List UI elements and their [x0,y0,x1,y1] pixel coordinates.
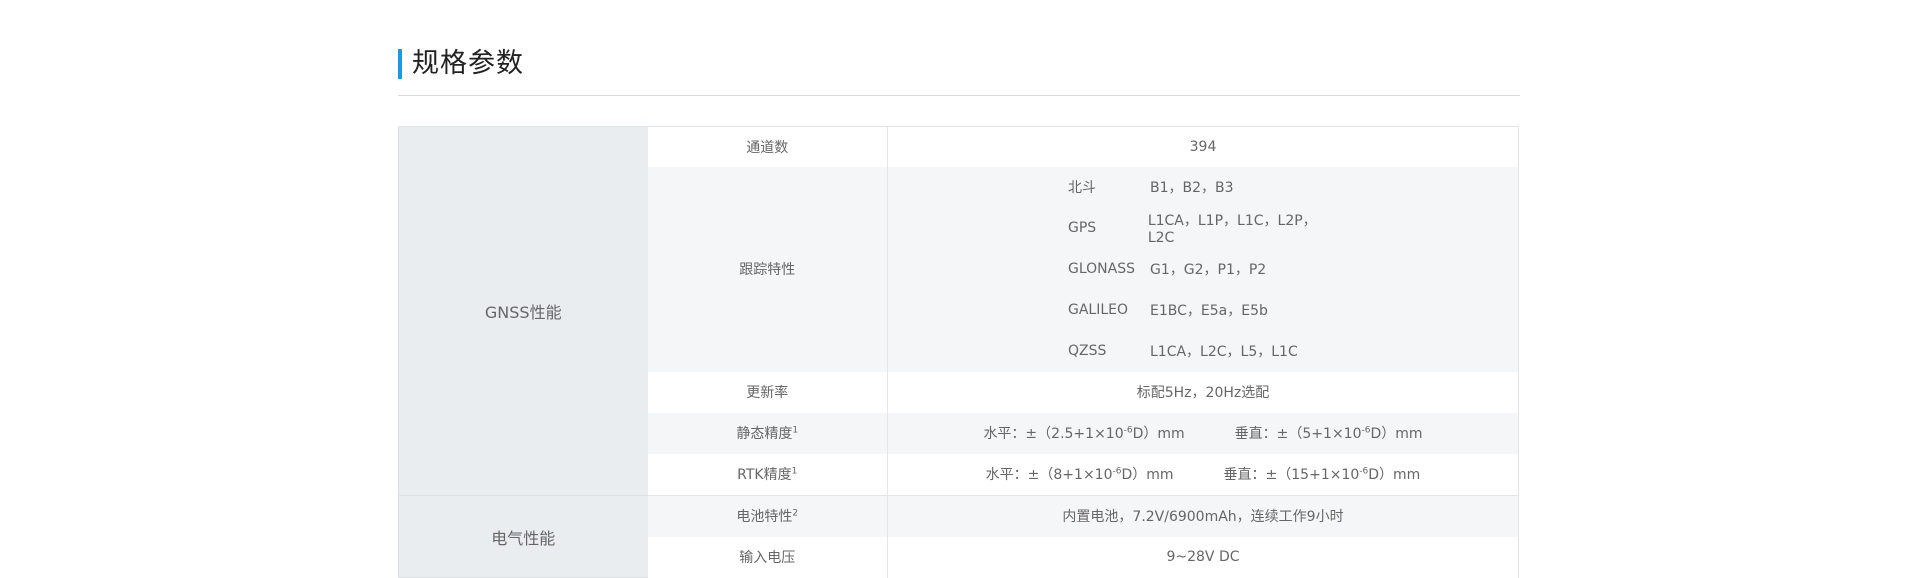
row-label-update-rate: 更新率 [647,371,888,413]
spec-table: GNSS性能 通道数 394 跟踪特性 北斗 B1，B2，B3 GPS L1CA… [398,126,1519,578]
system-name: 北斗 [1068,180,1096,196]
horizontal-accuracy: 水平：±（2.5+1×10-6D）mm [983,426,1184,442]
group-gnss: GNSS性能 [398,126,648,496]
tracking-system-galileo: GALILEO E1BC，E5a，E5b [1068,290,1338,331]
table-row-battery: 电气性能 电池特性2 内置电池，7.2V/6900mAh，连续工作9小时 [398,495,1519,578]
tracking-system-gps: GPS L1CA，L1P，L1C，L2P，L2C [1068,208,1338,249]
horizontal-prefix: 水平：±（8+1×10 [985,467,1113,484]
row-value-battery: 内置电池，7.2V/6900mAh，连续工作9小时 [887,495,1519,537]
system-name: GLONASS [1068,261,1135,277]
vertical-suffix: D）mm [1370,426,1423,442]
tracking-system-beidou: 北斗 B1，B2，B3 [1068,167,1338,208]
horizontal-suffix: D）mm [1121,467,1174,484]
row-value-update-rate: 标配5Hz，20Hz选配 [887,371,1519,413]
row-value-channels: 394 [887,126,1519,167]
horizontal-accuracy: 水平：±（8+1×10-6D）mm [986,467,1174,483]
row-label-rtk-accuracy: RTK精度1 [647,453,888,496]
row-value-static-accuracy: 水平：±（2.5+1×10-6D）mm 垂直：±（5+1×10-6D）mm [887,412,1519,454]
row-value-input-voltage: 9~28V DC [887,536,1519,578]
vertical-exponent: -6 [1359,466,1369,477]
row-label-static-accuracy: 静态精度1 [647,412,888,454]
row-label-battery: 电池特性2 [647,495,888,537]
horizontal-prefix: 水平：±（2.5+1×10 [983,426,1124,442]
system-bands: G1，G2，P1，P2 [1150,262,1267,278]
row-label-channels: 通道数 [647,126,888,167]
system-name: GPS [1068,220,1097,236]
system-name: QZSS [1068,343,1107,359]
vertical-accuracy: 垂直：±（15+1×10-6D）mm [1224,467,1421,483]
horizontal-exponent: -6 [1123,425,1133,436]
group-power: 电气性能 [398,495,648,578]
footnote-marker: 1 [791,466,798,477]
system-bands: E1BC，E5a，E5b [1150,303,1268,319]
label-text: RTK精度 [737,467,792,484]
row-value-rtk-accuracy: 水平：±（8+1×10-6D）mm 垂直：±（15+1×10-6D）mm [887,453,1519,496]
system-bands: L1CA，L2C，L5，L1C [1150,344,1298,360]
system-name: GALILEO [1068,302,1129,318]
section-title: 规格参数 [412,48,524,79]
section-accent-bar [398,49,402,79]
row-label-tracking: 跟踪特性 [647,166,888,372]
system-bands: L1CA，L1P，L1C，L2P，L2C [1147,213,1317,246]
vertical-suffix: D）mm [1368,467,1421,484]
vertical-prefix: 垂直：±（15+1×10 [1223,467,1360,484]
footnote-marker: 1 [792,425,799,436]
system-bands: B1，B2，B3 [1150,180,1234,196]
row-value-tracking: 北斗 B1，B2，B3 GPS L1CA，L1P，L1C，L2P，L2C GLO… [887,166,1519,372]
row-label-input-voltage: 输入电压 [647,536,888,578]
table-row-channels: GNSS性能 通道数 394 [398,126,1519,496]
footnote-marker: 2 [792,508,799,519]
label-text: 静态精度 [736,426,793,442]
tracking-system-qzss: QZSS L1CA，L2C，L5，L1C [1068,331,1338,372]
horizontal-suffix: D）mm [1132,426,1185,442]
tracking-system-glonass: GLONASS G1，G2，P1，P2 [1068,249,1338,290]
vertical-accuracy: 垂直：±（5+1×10-6D）mm [1235,426,1423,442]
label-text: 电池特性 [736,509,793,526]
section-header: 规格参数 [398,45,1520,96]
vertical-prefix: 垂直：±（5+1×10 [1234,426,1362,442]
